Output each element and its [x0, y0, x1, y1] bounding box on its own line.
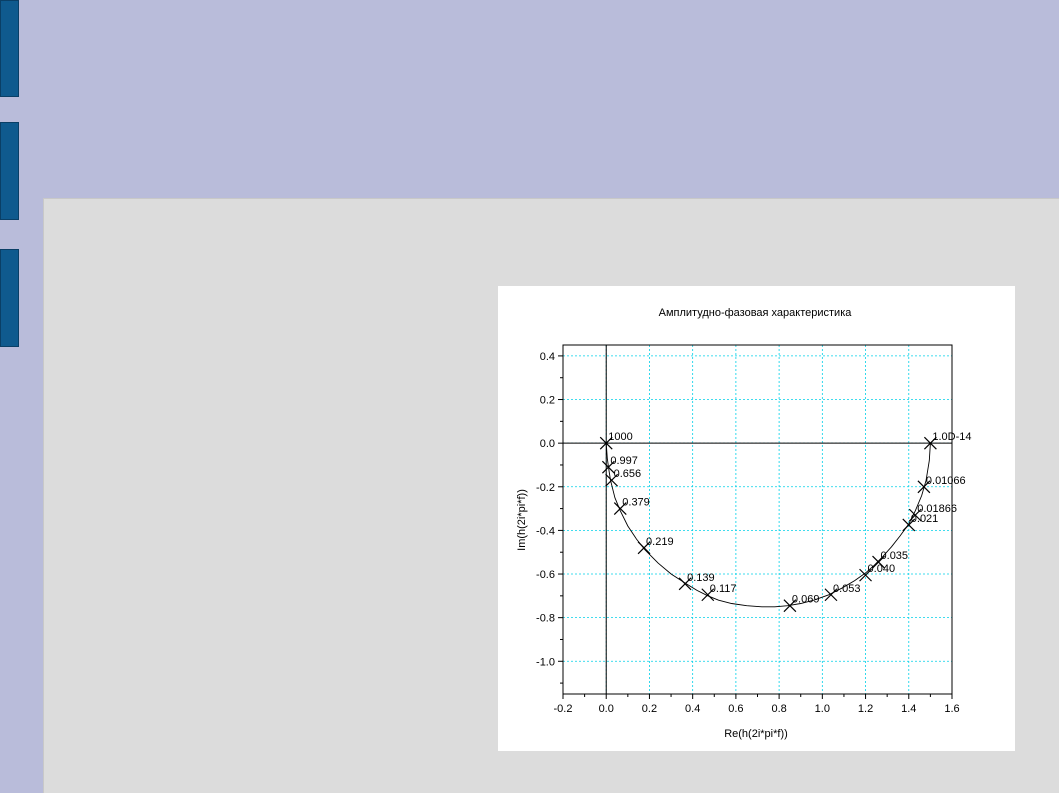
x-axis-label: Re(h(2i*pi*f))	[724, 728, 788, 740]
y-tick-label: 0.4	[540, 351, 555, 363]
x-tick-label: 0.8	[771, 703, 786, 715]
marker-label: 0.035	[881, 550, 909, 562]
marker-label: 0.069	[792, 594, 820, 606]
x-tick-label: 1.2	[858, 703, 873, 715]
x-tick-label: 1.4	[901, 703, 916, 715]
marker-label: 0.997	[610, 455, 638, 467]
y-tick-label: -1.0	[536, 656, 555, 668]
y-tick-label: -0.8	[536, 613, 555, 625]
x-tick-label: 0.0	[599, 703, 614, 715]
x-tick-label: 1.6	[944, 703, 959, 715]
x-tick-label: -0.2	[554, 703, 573, 715]
marker-label: 1000	[608, 431, 632, 443]
marker-label: 0.379	[622, 497, 650, 509]
y-tick-label: 0.2	[540, 395, 555, 407]
slide-tab-2	[0, 122, 19, 220]
grid	[563, 345, 952, 694]
y-tick-label: -0.4	[536, 525, 555, 537]
x-tick-label: 1.0	[815, 703, 830, 715]
nyquist-chart: Амплитудно-фазовая характеристика -0.2 0.…	[516, 307, 972, 740]
marker-label: 0.117	[710, 583, 737, 595]
plot-area	[563, 345, 952, 694]
y-axis-label: Im(h(2i*pi*f))	[516, 489, 528, 551]
chart-figure: Амплитудно-фазовая характеристика -0.2 0.…	[498, 286, 1015, 751]
x-tick-label: 0.2	[642, 703, 657, 715]
marker-label: 0.219	[646, 536, 674, 548]
x-tick-label: 0.6	[728, 703, 743, 715]
y-tick-label: -0.2	[536, 482, 555, 494]
marker-label: 0.01866	[917, 503, 957, 515]
slide-tab-3	[0, 249, 19, 347]
slide-tab-1	[0, 0, 19, 97]
x-tick-label: 0.4	[685, 703, 700, 715]
y-tick-label: -0.6	[536, 569, 555, 581]
marker-label: 0.656	[614, 468, 642, 480]
marker-label: 0.01066	[926, 475, 966, 487]
y-tick-label: 0.0	[540, 438, 555, 450]
marker-label: 0.053	[833, 583, 861, 595]
marker-label: 1.0D-14	[932, 431, 971, 443]
chart-title: Амплитудно-фазовая характеристика	[659, 307, 853, 319]
